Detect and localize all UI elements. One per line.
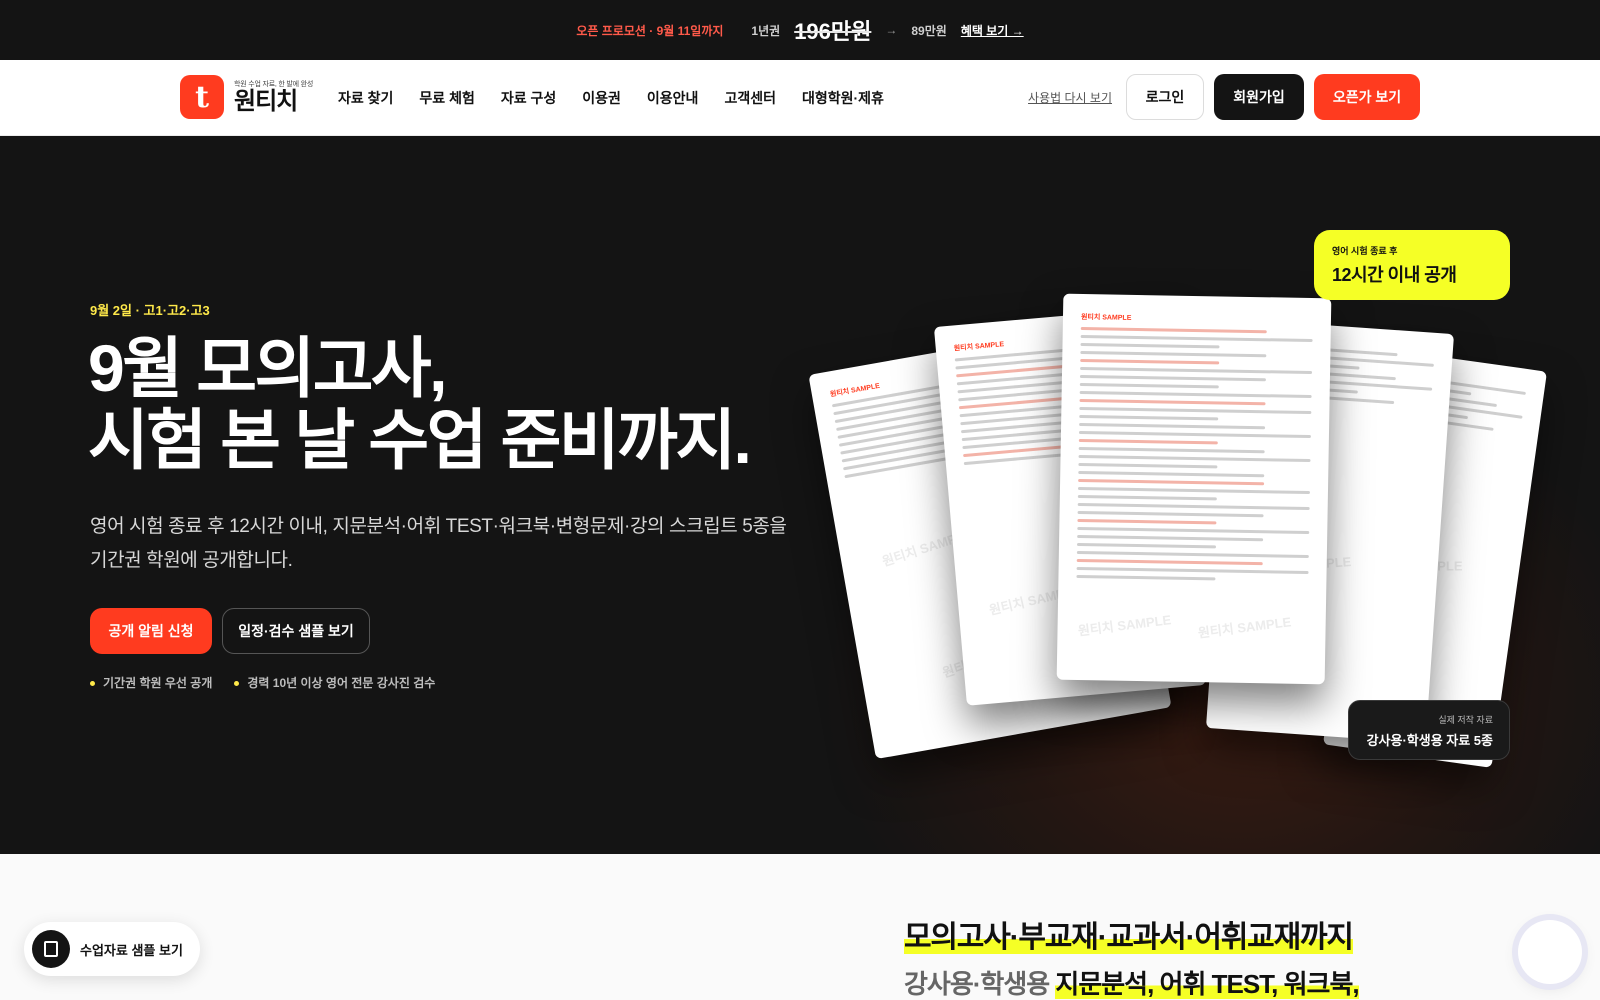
logo-name: 원티치: [234, 88, 298, 115]
open-price-button[interactable]: 오픈가 보기: [1314, 74, 1420, 120]
menu-item-composition[interactable]: 자료 구성: [501, 88, 556, 108]
menu-item-guide[interactable]: 이용안내: [647, 88, 699, 108]
main-menu: 자료 찾기 무료 체험 자료 구성 이용권 이용안내 고객센터 대형학원·제휴: [338, 60, 884, 136]
bullet-item: 기간권 학원 우선 공개: [90, 674, 212, 691]
hero-desc-line2: 기간권 학원에 공개합니다.: [90, 550, 293, 571]
logo[interactable]: t 학원 수업 자료, 한 발에 완성 원티치: [180, 75, 313, 119]
bullet-dot-icon: [90, 681, 95, 687]
schedule-sample-button[interactable]: 일정·검수 샘플 보기: [222, 608, 370, 654]
floating-sample-label: 수업자료 샘플 보기: [80, 942, 183, 958]
promo-bar: 오픈 프로모션 · 9월 11일까지 1년권 196만원 → 89만원 혜택 보…: [0, 0, 1600, 60]
hero-title: 9월 모의고사, 시험 본 날 수업 준비까지.: [88, 331, 752, 477]
promo-old-price: 196만원: [794, 19, 872, 44]
hero-bullets: 기간권 학원 우선 공개 경력 10년 이상 영어 전문 강사진 검수: [90, 674, 435, 691]
menu-item-support[interactable]: 고객센터: [724, 88, 776, 108]
materials-badge: 실제 저작 자료 강사용·학생용 자료 5종: [1348, 700, 1510, 760]
bullet-dot-icon: [234, 681, 240, 687]
promo-new-price: 89만원: [911, 23, 947, 38]
features-section: 모의고사·부교재·교과서·어휘교재까지 강사용·학생용 지문분석, 어휘 TES…: [0, 854, 1600, 1000]
section-subtitle: 강사용·학생용 지문분석, 어휘 TEST, 워크북,: [904, 969, 1360, 999]
book-icon: [32, 930, 70, 968]
hero-desc-line1: 영어 시험 종료 후 12시간 이내, 지문분석·어휘 TEST·워크북·변형문…: [90, 516, 787, 537]
menu-item-free-trial[interactable]: 무료 체험: [419, 88, 474, 108]
sample-doc-main: 원티치 SAMPLE 원티치 SAMPLE 원티치 SAMPLE: [1056, 293, 1332, 685]
notify-signup-button[interactable]: 공개 알림 신청: [90, 608, 212, 654]
hero-description: 영어 시험 종료 후 12시간 이내, 지문분석·어휘 TEST·워크북·변형문…: [90, 510, 790, 578]
login-button[interactable]: 로그인: [1126, 74, 1204, 120]
promo-benefit-link[interactable]: 혜택 보기 →: [961, 22, 1024, 39]
menu-item-pass[interactable]: 이용권: [582, 88, 621, 108]
chat-widget-button[interactable]: [1518, 920, 1582, 984]
howto-link[interactable]: 사용법 다시 보기: [1028, 89, 1112, 106]
hero-eyebrow: 9월 2일 · 고1·고2·고3: [90, 303, 210, 318]
section-title: 모의고사·부교재·교과서·어휘교재까지: [904, 921, 1354, 954]
promo-text: 오픈 프로모션 · 9월 11일까지: [576, 23, 724, 38]
release-badge: 영어 시험 종료 후 12시간 이내 공개: [1314, 230, 1510, 300]
signup-button[interactable]: 회원가입: [1214, 74, 1304, 120]
arrow-right-icon: →: [885, 23, 898, 37]
menu-item-find[interactable]: 자료 찾기: [338, 88, 393, 108]
top-nav: t 학원 수업 자료, 한 발에 완성 원티치 자료 찾기 무료 체험 자료 구…: [0, 60, 1600, 136]
promo-year-label: 1년권: [751, 23, 781, 38]
menu-item-partnership[interactable]: 대형학원·제휴: [802, 88, 884, 108]
hero-title-line2: 시험 본 날 수업 준비까지.: [88, 403, 752, 477]
floating-sample-button[interactable]: 수업자료 샘플 보기: [24, 922, 200, 976]
logo-mark-icon: t: [180, 75, 224, 119]
bullet-item: 경력 10년 이상 영어 전문 강사진 검수: [234, 674, 435, 691]
hero-title-line1: 9월 모의고사,: [88, 331, 447, 405]
